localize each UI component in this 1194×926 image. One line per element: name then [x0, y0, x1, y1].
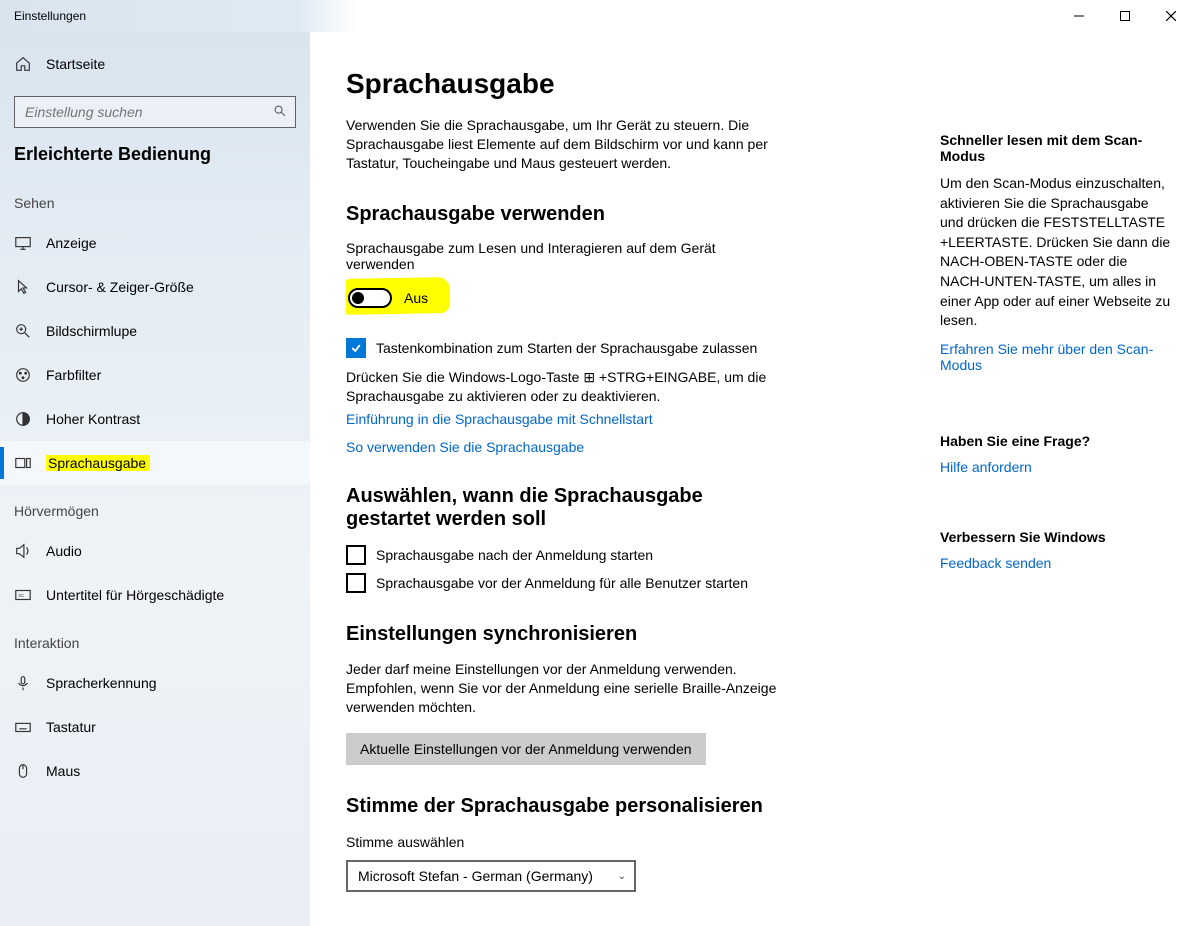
home-label: Startseite [46, 56, 105, 72]
window-controls [1056, 0, 1194, 32]
nav-label: Hoher Kontrast [46, 411, 140, 427]
checkbox-after-login-label: Sprachausgabe nach der Anmeldung starten [376, 547, 653, 563]
narrator-icon [14, 454, 46, 472]
monitor-icon [14, 234, 46, 252]
audio-icon [14, 542, 46, 560]
nav-cursor[interactable]: Cursor- & Zeiger-Größe [0, 265, 310, 309]
mic-icon [14, 674, 46, 692]
group-label-sehen: Sehen [0, 177, 310, 221]
search-input[interactable] [25, 104, 273, 120]
nav-maus[interactable]: Maus [0, 749, 310, 793]
home-item[interactable]: Startseite [0, 42, 310, 86]
search-icon [273, 104, 287, 121]
nav-label: Tastatur [46, 719, 96, 735]
section-use-heading: Sprachausgabe verwenden [346, 203, 886, 226]
aside-scan-body: Um den Scan-Modus einzuschalten, aktivie… [940, 174, 1174, 331]
nav-label: Sprachausgabe [46, 455, 150, 471]
aside-help-link[interactable]: Hilfe anfordern [940, 459, 1174, 475]
voice-select-value: Microsoft Stefan - German (Germany) [358, 868, 593, 884]
keyboard-icon [14, 718, 46, 736]
voice-select[interactable]: Microsoft Stefan - German (Germany) ⌄ [346, 860, 636, 892]
checkbox-shortcut[interactable] [346, 338, 366, 358]
search-box[interactable] [14, 96, 296, 128]
nav-label: Maus [46, 763, 80, 779]
svg-text:cc: cc [19, 593, 25, 599]
nav-label: Anzeige [46, 235, 97, 251]
nav-farbfilter[interactable]: Farbfilter [0, 353, 310, 397]
link-quickstart[interactable]: Einführung in die Sprachausgabe mit Schn… [346, 411, 886, 427]
section-title: Erleichterte Bedienung [0, 144, 310, 177]
toggle-state: Aus [404, 290, 428, 306]
main: Sprachausgabe Verwenden Sie die Sprachau… [310, 32, 1194, 926]
section-sync-heading: Einstellungen synchronisieren [346, 623, 886, 646]
group-label-interaktion: Interaktion [0, 617, 310, 661]
intro-text: Verwenden Sie die Sprachausgabe, um Ihr … [346, 116, 796, 173]
home-icon [14, 55, 46, 73]
link-howto[interactable]: So verwenden Sie die Sprachausgabe [346, 439, 886, 455]
chevron-down-icon: ⌄ [618, 871, 626, 882]
checkbox-shortcut-label: Tastenkombination zum Starten der Sprach… [376, 340, 757, 356]
voice-select-label: Stimme auswählen [346, 834, 886, 850]
mouse-icon [14, 762, 46, 780]
nav-label: Untertitel für Hörgeschädigte [46, 587, 224, 603]
nav-anzeige[interactable]: Anzeige [0, 221, 310, 265]
nav-untertitel[interactable]: cc Untertitel für Hörgeschädigte [0, 573, 310, 617]
titlebar: Einstellungen [0, 0, 1194, 32]
section-voice-heading: Stimme der Sprachausgabe personalisieren [346, 795, 886, 818]
toggle-highlight: Aus [346, 284, 438, 312]
window-title: Einstellungen [14, 9, 86, 23]
aside: Schneller lesen mit dem Scan-Modus Um de… [886, 68, 1194, 926]
checkbox-before-login[interactable] [346, 573, 366, 593]
sync-button[interactable]: Aktuelle Einstellungen vor der Anmeldung… [346, 733, 706, 765]
nav-label: Farbfilter [46, 367, 101, 383]
maximize-button[interactable] [1102, 0, 1148, 32]
aside-scan-link[interactable]: Erfahren Sie mehr über den Scan-Modus [940, 341, 1174, 373]
cursor-icon [14, 278, 46, 296]
checkbox-after-login[interactable] [346, 545, 366, 565]
nav-label: Spracherkennung [46, 675, 157, 691]
narrator-toggle[interactable] [348, 288, 392, 308]
contrast-icon [14, 410, 46, 428]
nav-label: Bildschirmlupe [46, 323, 137, 339]
toggle-label: Sprachausgabe zum Lesen und Interagieren… [346, 240, 766, 272]
nav-bildschirmlupe[interactable]: Bildschirmlupe [0, 309, 310, 353]
sidebar: Startseite Erleichterte Bedienung Sehen … [0, 32, 310, 926]
section-when-heading: Auswählen, wann die Sprachausgabe gestar… [346, 485, 766, 531]
nav-spracherkennung[interactable]: Spracherkennung [0, 661, 310, 705]
sync-desc: Jeder darf meine Einstellungen vor der A… [346, 660, 796, 717]
magnifier-icon [14, 322, 46, 340]
nav-audio[interactable]: Audio [0, 529, 310, 573]
group-label-hoervermoegen: Hörvermögen [0, 485, 310, 529]
cc-icon: cc [14, 586, 46, 604]
shortcut-desc: Drücken Sie die Windows-Logo-Taste ⊞ +ST… [346, 368, 796, 406]
nav-label: Cursor- & Zeiger-Größe [46, 279, 194, 295]
aside-improve-heading: Verbessern Sie Windows [940, 529, 1174, 545]
palette-icon [14, 366, 46, 384]
close-button[interactable] [1148, 0, 1194, 32]
aside-scan-heading: Schneller lesen mit dem Scan-Modus [940, 132, 1174, 164]
nav-sprachausgabe[interactable]: Sprachausgabe [0, 441, 310, 485]
minimize-button[interactable] [1056, 0, 1102, 32]
nav-label: Audio [46, 543, 82, 559]
nav-kontrast[interactable]: Hoher Kontrast [0, 397, 310, 441]
checkbox-before-login-label: Sprachausgabe vor der Anmeldung für alle… [376, 575, 748, 591]
aside-question-heading: Haben Sie eine Frage? [940, 433, 1174, 449]
nav-tastatur[interactable]: Tastatur [0, 705, 310, 749]
aside-feedback-link[interactable]: Feedback senden [940, 555, 1174, 571]
page-title: Sprachausgabe [346, 68, 886, 100]
